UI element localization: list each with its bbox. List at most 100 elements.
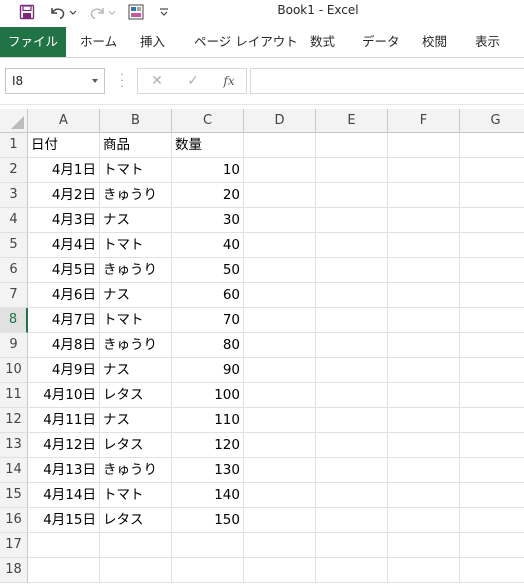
undo-icon[interactable] (47, 1, 81, 23)
cell-f12[interactable] (388, 408, 460, 433)
select-all-button[interactable] (0, 109, 28, 133)
cell-f2[interactable] (388, 158, 460, 183)
column-header-d[interactable]: D (244, 109, 316, 133)
formula-input[interactable] (250, 68, 524, 94)
row-header[interactable]: 1 (0, 133, 28, 158)
cell-e12[interactable] (316, 408, 388, 433)
cell-b4[interactable]: ナス (100, 208, 172, 233)
cell-d11[interactable] (244, 383, 316, 408)
cell-c6[interactable]: 50 (172, 258, 244, 283)
row-header[interactable]: 14 (0, 458, 28, 483)
row-header[interactable]: 2 (0, 158, 28, 183)
cancel-icon[interactable]: ✕ (146, 69, 168, 93)
cell-e7[interactable] (316, 283, 388, 308)
cell-b11[interactable]: レタス (100, 383, 172, 408)
cell-g5[interactable] (460, 233, 524, 258)
worksheet-grid[interactable]: A B C D E F G 1 日付 商品 数量 2 4月1日 トマト 10 3 4月2日 きゅうり 20 4 4月3日… (0, 109, 524, 584)
row-header[interactable]: 7 (0, 283, 28, 308)
cell-g17[interactable] (460, 533, 524, 558)
cell-g11[interactable] (460, 383, 524, 408)
cell-e5[interactable] (316, 233, 388, 258)
tab-page-layout[interactable]: ページ レイアウト (194, 27, 298, 57)
cell-d5[interactable] (244, 233, 316, 258)
cell-a13[interactable]: 4月12日 (28, 433, 100, 458)
row-header[interactable]: 6 (0, 258, 28, 283)
cell-d4[interactable] (244, 208, 316, 233)
cell-a2[interactable]: 4月1日 (28, 158, 100, 183)
cell-e11[interactable] (316, 383, 388, 408)
row-header[interactable]: 10 (0, 358, 28, 383)
cell-b2[interactable]: トマト (100, 158, 172, 183)
cell-g4[interactable] (460, 208, 524, 233)
customize-qat-icon[interactable] (156, 1, 172, 23)
column-header-e[interactable]: E (316, 109, 388, 133)
cell-d2[interactable] (244, 158, 316, 183)
cell-c8[interactable]: 70 (172, 308, 244, 333)
cell-f3[interactable] (388, 183, 460, 208)
cell-c12[interactable]: 110 (172, 408, 244, 433)
cell-g14[interactable] (460, 458, 524, 483)
cell-g13[interactable] (460, 433, 524, 458)
cell-f9[interactable] (388, 333, 460, 358)
cell-e14[interactable] (316, 458, 388, 483)
cell-e9[interactable] (316, 333, 388, 358)
cell-c2[interactable]: 10 (172, 158, 244, 183)
insert-function-icon[interactable]: fx (218, 69, 240, 93)
cell-b5[interactable]: トマト (100, 233, 172, 258)
cell-c14[interactable]: 130 (172, 458, 244, 483)
tab-review[interactable]: 校閲 (422, 27, 447, 57)
column-header-g[interactable]: G (460, 109, 524, 133)
cell-e10[interactable] (316, 358, 388, 383)
cell-d9[interactable] (244, 333, 316, 358)
cell-g2[interactable] (460, 158, 524, 183)
more-icon[interactable]: · · · (117, 69, 127, 92)
cell-d1[interactable] (244, 133, 316, 158)
cell-a6[interactable]: 4月5日 (28, 258, 100, 283)
cell-e1[interactable] (316, 133, 388, 158)
cell-d8[interactable] (244, 308, 316, 333)
cell-b3[interactable]: きゅうり (100, 183, 172, 208)
cell-d18[interactable] (244, 558, 316, 583)
cell-b12[interactable]: ナス (100, 408, 172, 433)
cell-b7[interactable]: ナス (100, 283, 172, 308)
cell-a3[interactable]: 4月2日 (28, 183, 100, 208)
cell-f17[interactable] (388, 533, 460, 558)
row-header[interactable]: 12 (0, 408, 28, 433)
cell-f7[interactable] (388, 283, 460, 308)
column-header-f[interactable]: F (388, 109, 460, 133)
row-header[interactable]: 15 (0, 483, 28, 508)
cell-b17[interactable] (100, 533, 172, 558)
cell-c1[interactable]: 数量 (172, 133, 244, 158)
enter-icon[interactable]: ✓ (182, 69, 204, 93)
cell-c18[interactable] (172, 558, 244, 583)
cell-f8[interactable] (388, 308, 460, 333)
cell-c15[interactable]: 140 (172, 483, 244, 508)
cell-f6[interactable] (388, 258, 460, 283)
cell-a7[interactable]: 4月6日 (28, 283, 100, 308)
cell-a1[interactable]: 日付 (28, 133, 100, 158)
cell-a12[interactable]: 4月11日 (28, 408, 100, 433)
cell-a10[interactable]: 4月9日 (28, 358, 100, 383)
cell-c9[interactable]: 80 (172, 333, 244, 358)
tab-formulas[interactable]: 数式 (310, 27, 335, 57)
cell-f4[interactable] (388, 208, 460, 233)
cell-e8[interactable] (316, 308, 388, 333)
row-header[interactable]: 8 (0, 308, 28, 333)
cell-f16[interactable] (388, 508, 460, 533)
cell-f15[interactable] (388, 483, 460, 508)
cell-c10[interactable]: 90 (172, 358, 244, 383)
cell-g10[interactable] (460, 358, 524, 383)
cell-e18[interactable] (316, 558, 388, 583)
cell-g12[interactable] (460, 408, 524, 433)
cell-g3[interactable] (460, 183, 524, 208)
row-header[interactable]: 5 (0, 233, 28, 258)
cell-f13[interactable] (388, 433, 460, 458)
cell-g18[interactable] (460, 558, 524, 583)
cell-b1[interactable]: 商品 (100, 133, 172, 158)
cell-g15[interactable] (460, 483, 524, 508)
cell-c11[interactable]: 100 (172, 383, 244, 408)
cell-f5[interactable] (388, 233, 460, 258)
row-header[interactable]: 18 (0, 558, 28, 583)
save-icon[interactable] (16, 1, 38, 23)
row-header[interactable]: 3 (0, 183, 28, 208)
